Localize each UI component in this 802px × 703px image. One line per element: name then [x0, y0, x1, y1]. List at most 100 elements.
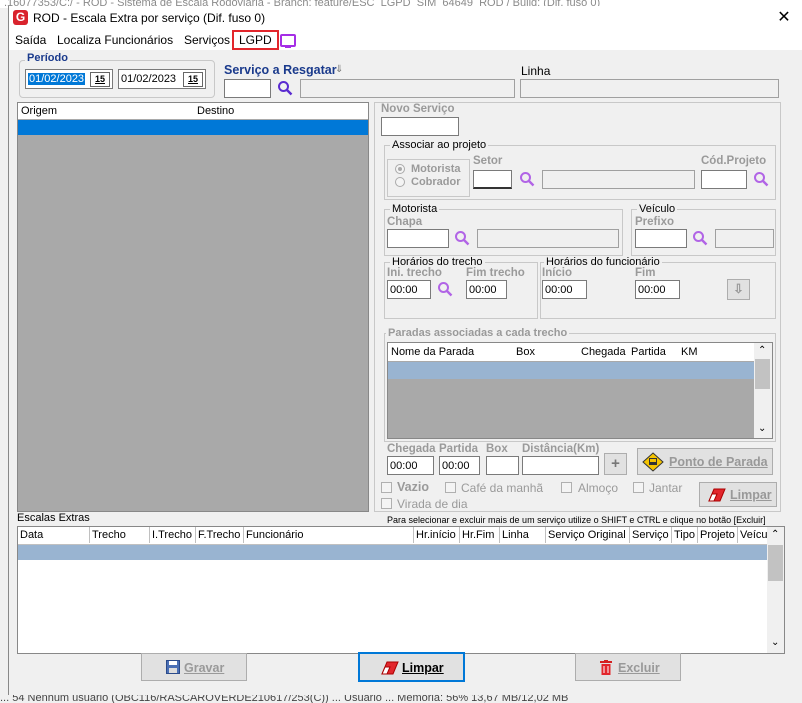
servico-resgatar-label: Serviço a Resgatar [224, 63, 337, 77]
search-icon[interactable] [519, 171, 535, 187]
menu-saida[interactable]: Saída [15, 33, 46, 47]
partida-input[interactable]: 00:00 [439, 456, 480, 475]
escalas-grid[interactable]: Data Trecho I.Trecho F.Trecho Funcionári… [17, 526, 785, 654]
col-veiculo[interactable]: Veículo [738, 527, 767, 543]
col-nome-parada[interactable]: Nome da Parada [391, 346, 474, 358]
save-icon [166, 660, 180, 674]
chapa-label: Chapa [387, 216, 423, 228]
selected-row[interactable] [18, 120, 368, 135]
col-servico[interactable]: Serviço [630, 527, 672, 543]
down-arrow-button[interactable]: ⇩ [727, 279, 750, 300]
scroll-up-icon[interactable]: ⌃ [758, 345, 766, 356]
eraser-icon [708, 488, 726, 502]
menu-servicos[interactable]: Serviços [184, 33, 230, 47]
limpar-small-button[interactable]: Limpar [699, 482, 777, 507]
prefixo-input[interactable] [635, 229, 687, 248]
col-tipo[interactable]: Tipo [672, 527, 698, 543]
menu-localiza-funcionarios[interactable]: Localiza Funcionários [57, 33, 173, 47]
origem-destino-grid[interactable]: Origem Destino [17, 102, 369, 512]
escalas-hint: Para selecionar e excluir mais de um ser… [387, 515, 766, 525]
servico-resgatar-input[interactable] [224, 79, 271, 98]
paradas-scrollbar[interactable]: ⌃ ⌄ [754, 343, 772, 438]
cobrador-radio-label: Cobrador [411, 176, 461, 188]
down-arrow-icon: ⇓ [335, 64, 344, 75]
cobrador-radio[interactable] [395, 177, 405, 187]
fim-trecho-input[interactable]: 00:00 [466, 280, 507, 299]
search-icon[interactable] [454, 230, 470, 246]
motorista-radio[interactable] [395, 164, 405, 174]
date-to-field[interactable]: 01/02/2023 15 [118, 69, 206, 89]
motorista-group-label: Motorista [390, 203, 440, 215]
search-icon[interactable] [753, 171, 769, 187]
col-box[interactable]: Box [516, 346, 535, 358]
scroll-thumb[interactable] [755, 359, 770, 389]
motorista-nome-field [477, 229, 619, 248]
jantar-checkbox[interactable] [633, 482, 644, 493]
scroll-thumb[interactable] [768, 545, 783, 581]
fim-input[interactable]: 00:00 [635, 280, 680, 299]
col-origem[interactable]: Origem [21, 105, 57, 117]
excluir-label: Excluir [618, 661, 660, 675]
paradas-grid[interactable]: Nome da Parada Box Chegada Partida KM ⌃ … [387, 342, 773, 439]
box-label: Box [486, 443, 508, 455]
col-partida[interactable]: Partida [631, 346, 666, 358]
scroll-up-icon[interactable]: ⌃ [771, 529, 779, 540]
escalas-selected-row[interactable] [18, 545, 767, 560]
col-f-trecho[interactable]: F.Trecho [196, 527, 244, 543]
virada-checkbox[interactable] [381, 498, 392, 509]
paradas-label: Paradas associadas a cada trecho [386, 327, 570, 339]
col-servico-original[interactable]: Serviço Original [546, 527, 630, 543]
col-chegada[interactable]: Chegada [581, 346, 626, 358]
col-linha[interactable]: Linha [500, 527, 546, 543]
col-hr-inicio[interactable]: Hr.início [414, 527, 460, 543]
col-projeto[interactable]: Projeto [698, 527, 738, 543]
cod-projeto-label: Cód.Projeto [701, 155, 767, 167]
add-parada-button[interactable]: + [604, 453, 627, 475]
paradas-selected-row[interactable] [388, 362, 754, 379]
ponto-parada-button[interactable]: Ponto de Parada [637, 448, 773, 475]
gravar-label: Gravar [184, 661, 225, 675]
col-trecho[interactable]: Trecho [90, 527, 150, 543]
col-hr-fim[interactable]: Hr.Fim [460, 527, 500, 543]
search-icon[interactable] [437, 281, 453, 297]
escalas-scrollbar[interactable]: ⌃ ⌄ [767, 527, 784, 653]
col-destino[interactable]: Destino [197, 105, 234, 117]
gravar-button[interactable]: Gravar [141, 653, 247, 681]
search-icon[interactable] [692, 230, 708, 246]
jantar-label: Jantar [649, 481, 683, 495]
inicio-input[interactable]: 00:00 [542, 280, 587, 299]
date-from-field[interactable]: 01/02/2023 15 [25, 69, 113, 89]
excluir-button[interactable]: Excluir [575, 653, 681, 681]
ini-trecho-label: Ini. trecho [387, 267, 442, 279]
scroll-down-icon[interactable]: ⌄ [758, 423, 766, 434]
search-icon[interactable] [277, 80, 293, 96]
ponto-parada-label: Ponto de Parada [669, 455, 768, 469]
setor-input[interactable] [473, 170, 512, 189]
col-km[interactable]: KM [681, 346, 698, 358]
fim-label: Fim [635, 267, 656, 279]
menu-lgpd[interactable]: LGPD [232, 30, 279, 50]
ini-trecho-input[interactable]: 00:00 [387, 280, 431, 299]
app-logo-icon: G [13, 10, 28, 25]
col-funcionario[interactable]: Funcionário [244, 527, 414, 543]
box-input[interactable] [486, 456, 519, 475]
close-button[interactable]: ✕ [769, 7, 799, 29]
distancia-input[interactable] [522, 456, 599, 475]
chapa-input[interactable] [387, 229, 449, 248]
servico-descricao-field [300, 79, 515, 98]
cafe-checkbox[interactable] [445, 482, 456, 493]
calendar-icon[interactable]: 15 [90, 72, 110, 87]
col-data[interactable]: Data [18, 527, 90, 543]
novo-servico-input[interactable] [381, 117, 459, 136]
vazio-checkbox[interactable] [381, 482, 392, 493]
limpar-button[interactable]: Limpar [358, 652, 465, 682]
scroll-down-icon[interactable]: ⌄ [771, 637, 779, 648]
title-bar: G ROD - Escala Extra por serviço (Dif. f… [9, 6, 802, 30]
almoco-checkbox[interactable] [561, 482, 572, 493]
monitor-icon[interactable] [280, 34, 296, 48]
col-i-trecho[interactable]: I.Trecho [150, 527, 196, 543]
vazio-label: Vazio [397, 480, 429, 494]
cod-projeto-input[interactable] [701, 170, 747, 189]
calendar-icon[interactable]: 15 [183, 72, 203, 87]
chegada-input[interactable]: 00:00 [387, 456, 434, 475]
